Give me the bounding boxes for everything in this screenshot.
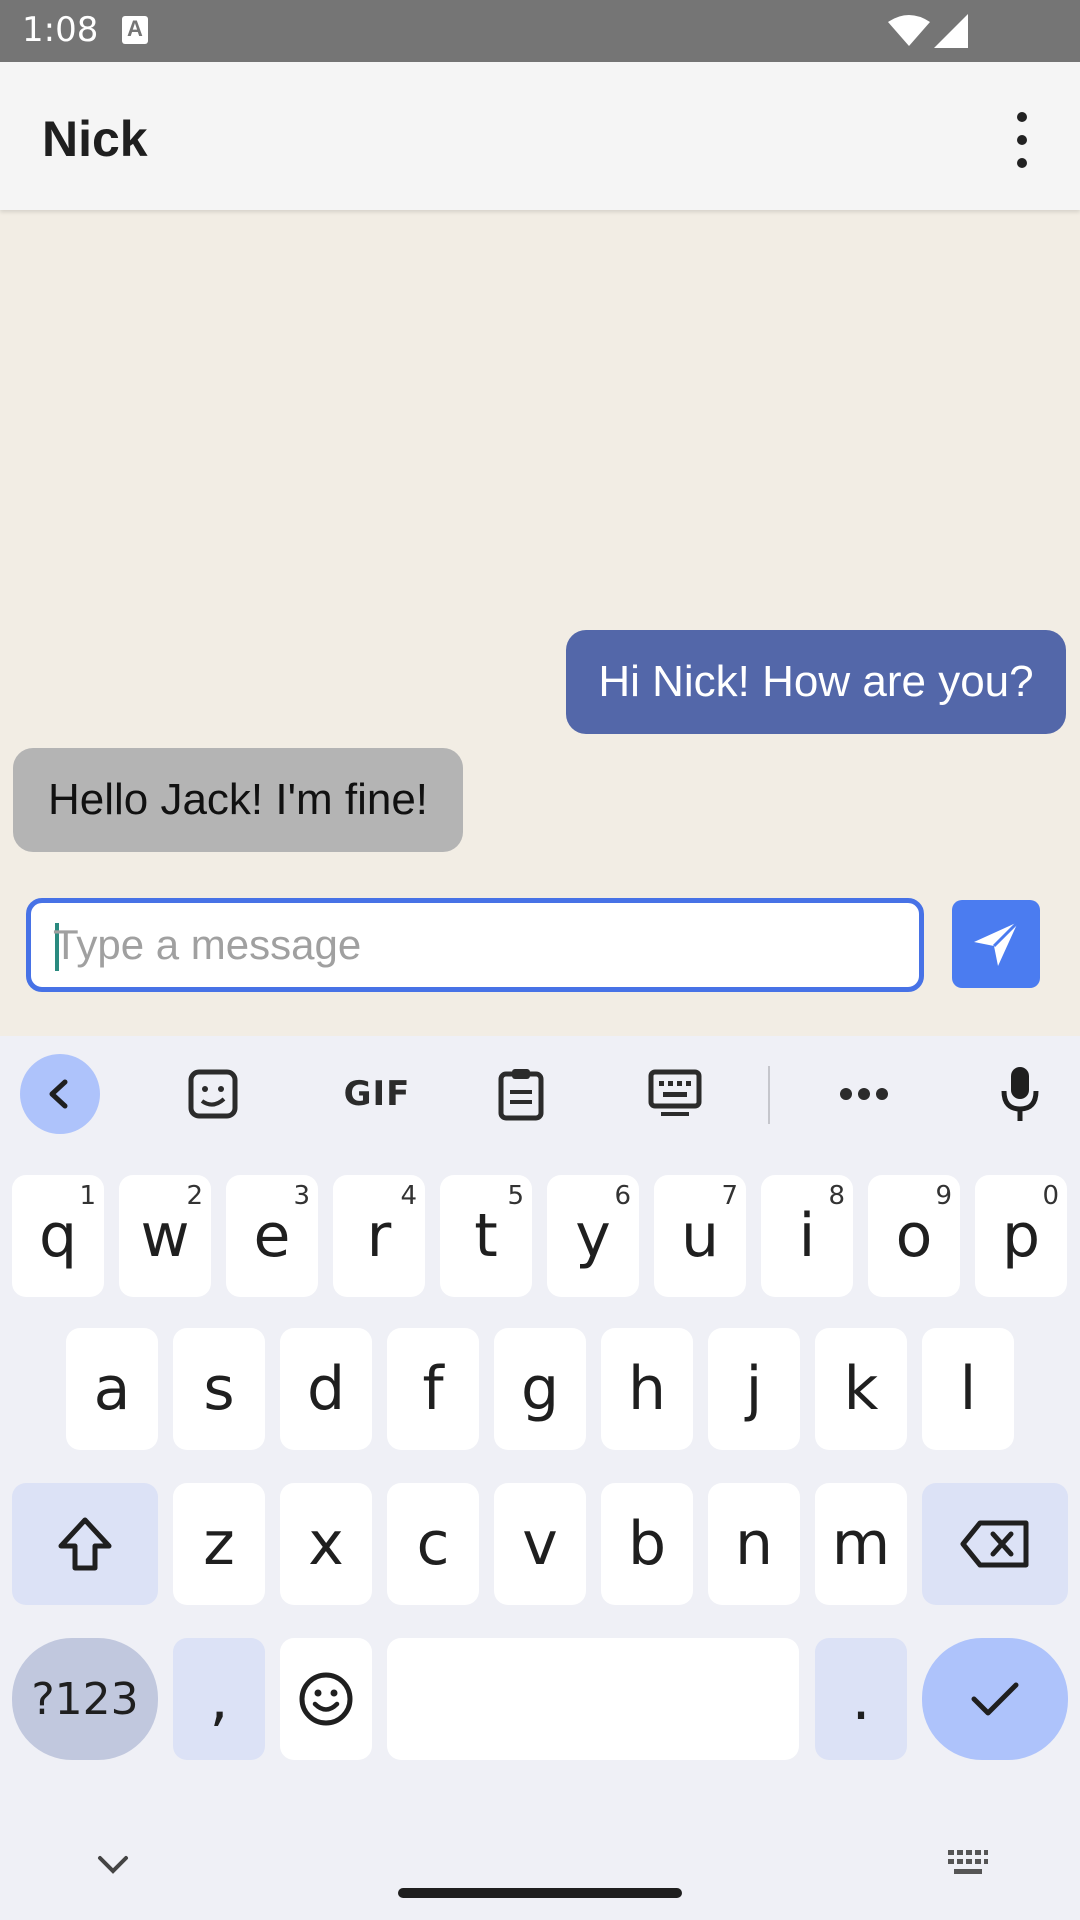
key-p[interactable]: p0 — [975, 1175, 1067, 1297]
shift-key[interactable] — [12, 1483, 158, 1605]
message-input[interactable] — [51, 903, 891, 987]
emoji-icon — [299, 1672, 353, 1726]
home-indicator[interactable] — [398, 1888, 682, 1898]
backspace-key[interactable] — [922, 1483, 1068, 1605]
symbols-key[interactable]: ?123 — [12, 1638, 158, 1760]
soft-keyboard: GIF q1 w2 e3 r4 t5 y6 u7 i8 o9 p0 a s d … — [0, 1036, 1080, 1920]
key-i[interactable]: i8 — [761, 1175, 853, 1297]
keyboard-toolbar: GIF — [0, 1036, 1080, 1152]
key-d[interactable]: d — [280, 1328, 372, 1450]
message-input-container[interactable] — [26, 898, 924, 992]
key-n[interactable]: n — [708, 1483, 800, 1605]
key-k[interactable]: k — [815, 1328, 907, 1450]
chat-area: Hi Nick! How are you? Hello Jack! I'm fi… — [0, 210, 1080, 1036]
gif-button[interactable]: GIF — [327, 1054, 427, 1134]
key-o[interactable]: o9 — [868, 1175, 960, 1297]
key-b[interactable]: b — [601, 1483, 693, 1605]
sticker-icon[interactable] — [173, 1054, 253, 1134]
space-key[interactable] — [387, 1638, 799, 1760]
comma-key[interactable]: , — [173, 1638, 265, 1760]
message-bubble-outgoing: Hi Nick! How are you? — [566, 630, 1066, 734]
status-bar: 1:08 A — [0, 0, 1080, 62]
backspace-icon — [960, 1520, 1029, 1568]
key-m[interactable]: m — [815, 1483, 907, 1605]
key-e[interactable]: e3 — [226, 1175, 318, 1297]
toolbar-divider — [768, 1066, 770, 1124]
key-j[interactable]: j — [708, 1328, 800, 1450]
send-button[interactable] — [952, 900, 1040, 988]
hide-keyboard-chevron-icon[interactable] — [96, 1854, 130, 1876]
more-horiz-icon[interactable] — [824, 1054, 904, 1134]
status-time: 1:08 — [22, 10, 99, 50]
key-a[interactable]: a — [66, 1328, 158, 1450]
back-arrow-icon[interactable] — [20, 1054, 100, 1134]
emoji-key[interactable] — [280, 1638, 372, 1760]
keyboard-icon[interactable] — [635, 1054, 715, 1134]
clipboard-icon[interactable] — [481, 1054, 561, 1134]
notification-a-icon: A — [122, 16, 148, 44]
page-title: Nick — [42, 111, 148, 167]
key-y[interactable]: y6 — [547, 1175, 639, 1297]
wifi-icon — [888, 15, 930, 46]
mic-icon[interactable] — [980, 1054, 1060, 1134]
app-bar: Nick — [0, 62, 1080, 210]
check-icon — [971, 1682, 1019, 1716]
key-v[interactable]: v — [494, 1483, 586, 1605]
period-key[interactable]: . — [815, 1638, 907, 1760]
key-t[interactable]: t5 — [440, 1175, 532, 1297]
key-u[interactable]: u7 — [654, 1175, 746, 1297]
key-g[interactable]: g — [494, 1328, 586, 1450]
key-q[interactable]: q1 — [12, 1175, 104, 1297]
key-s[interactable]: s — [173, 1328, 265, 1450]
shift-icon — [58, 1517, 112, 1571]
key-c[interactable]: c — [387, 1483, 479, 1605]
send-icon — [974, 920, 1020, 966]
keyboard-switch-icon[interactable] — [946, 1848, 990, 1878]
key-x[interactable]: x — [280, 1483, 372, 1605]
signal-icon — [934, 14, 968, 48]
more-vert-icon[interactable] — [1000, 110, 1044, 170]
key-w[interactable]: w2 — [119, 1175, 211, 1297]
enter-key[interactable] — [922, 1638, 1068, 1760]
key-h[interactable]: h — [601, 1328, 693, 1450]
key-z[interactable]: z — [173, 1483, 265, 1605]
key-f[interactable]: f — [387, 1328, 479, 1450]
key-r[interactable]: r4 — [333, 1175, 425, 1297]
key-l[interactable]: l — [922, 1328, 1014, 1450]
message-bubble-incoming: Hello Jack! I'm fine! — [13, 748, 463, 852]
